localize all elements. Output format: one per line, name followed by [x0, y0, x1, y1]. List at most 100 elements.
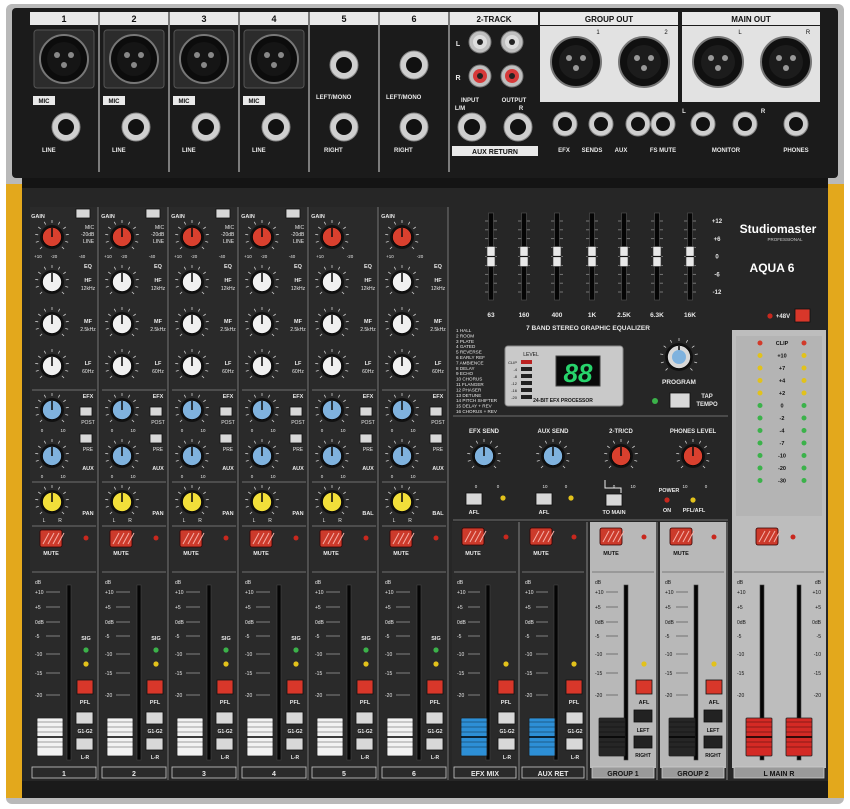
efx-level-led [521, 367, 532, 371]
fader-scale-mark: +5 [35, 605, 41, 611]
g1-g2-assign-button[interactable] [565, 711, 584, 725]
g1-g2-assign-button[interactable] [355, 711, 374, 725]
pre-switch[interactable] [429, 433, 443, 444]
jack-hole [464, 119, 480, 135]
gain-label: GAIN [241, 214, 255, 220]
hf-label: HF [364, 278, 372, 284]
knob-scale: 10 [682, 484, 688, 489]
meter-led-right [801, 390, 807, 396]
channel-number: 4 [271, 14, 276, 24]
g1-g2-assign-button[interactable] [75, 711, 94, 725]
pre-switch[interactable] [289, 433, 303, 444]
pfl-label: PFL [360, 700, 371, 706]
pfl-button[interactable] [426, 679, 444, 695]
mic-line-switch[interactable] [285, 208, 301, 219]
afl-button[interactable] [705, 679, 723, 695]
fader-scale-mark: -20 [595, 693, 602, 699]
mute-label: MUTE [603, 551, 619, 557]
l-r-assign-button[interactable] [75, 737, 94, 751]
afl-button[interactable] [497, 679, 515, 695]
gain-label: GAIN [101, 214, 115, 220]
mic-line-switch[interactable] [75, 208, 91, 219]
right-assign-button[interactable] [633, 735, 653, 749]
pfl-button[interactable] [356, 679, 374, 695]
xlr-pin [278, 52, 284, 58]
hf-label: HF [84, 278, 92, 284]
fader-scale-mark: dB [737, 580, 744, 586]
right-assign-button[interactable] [703, 735, 723, 749]
fader-scale-mark: -10 [595, 652, 602, 658]
l-r-assign-button[interactable] [285, 737, 304, 751]
pre-switch[interactable] [359, 433, 373, 444]
mic-line-switch[interactable] [145, 208, 161, 219]
line-jack-hole [128, 119, 144, 135]
gain-scale-right: -20 [417, 254, 424, 259]
right-label: RIGHT [324, 148, 343, 154]
afl-button[interactable] [635, 679, 653, 695]
left-label: LEFT [637, 728, 650, 734]
g1-g2-assign-button[interactable] [215, 711, 234, 725]
mute-label: MUTE [113, 551, 129, 557]
efx-afl-button[interactable] [465, 492, 483, 506]
g1-g2-assign-button[interactable] [497, 711, 516, 725]
post-switch[interactable] [149, 406, 163, 417]
l-r-assign-button[interactable] [355, 737, 374, 751]
gain-scale-right: -40 [149, 254, 156, 259]
tap-tempo-button[interactable] [669, 392, 691, 409]
post-switch[interactable] [219, 406, 233, 417]
pre-switch[interactable] [149, 433, 163, 444]
meter-led-left [757, 340, 763, 346]
mic-switch-label: MIC [85, 225, 95, 231]
fader-scale-mark: -10 [175, 652, 182, 658]
efx-preset: 16 CHORUS + REV [456, 409, 498, 414]
pre-switch[interactable] [79, 433, 93, 444]
efx-preset: 6 EARLY REF [456, 355, 485, 360]
to-main-button[interactable] [605, 493, 623, 507]
afl-button[interactable] [565, 679, 583, 695]
two-track-title: 2-TRACK [476, 15, 511, 24]
strip-name: GROUP 1 [607, 771, 638, 778]
post-switch[interactable] [429, 406, 443, 417]
l-r-assign-button[interactable] [215, 737, 234, 751]
bottom-lip [22, 781, 828, 798]
l-r-label: L-R [571, 755, 580, 761]
phantom-power-button[interactable] [794, 308, 811, 323]
lf-label: LF [155, 361, 162, 367]
fader-scale-mark: 0dB [595, 620, 605, 626]
pfl-led [363, 661, 369, 667]
l-r-assign-button[interactable] [565, 737, 584, 751]
mic-line-switch[interactable] [215, 208, 231, 219]
power-led [664, 497, 670, 503]
gain-scale-mid: -20 [51, 254, 58, 259]
fader-scale-mark: 0dB [737, 620, 747, 626]
l-r-assign-button[interactable] [145, 737, 164, 751]
pfl-button[interactable] [146, 679, 164, 695]
efx-level-led [521, 381, 532, 385]
xlr-socket [627, 45, 661, 79]
post-switch[interactable] [289, 406, 303, 417]
aux-label: AUX [362, 466, 374, 472]
lf-label: LF [365, 361, 372, 367]
pre-switch[interactable] [219, 433, 233, 444]
g1-g2-assign-button[interactable] [425, 711, 444, 725]
fader-scale-mark: -5 [665, 634, 670, 640]
g1-g2-assign-button[interactable] [285, 711, 304, 725]
pfl-button[interactable] [76, 679, 94, 695]
left-assign-button[interactable] [633, 709, 653, 723]
aux-afl-button[interactable] [535, 492, 553, 506]
xlr-pin [790, 55, 796, 61]
l-r-assign-button[interactable] [425, 737, 444, 751]
strip-name: AUX RET [538, 771, 569, 778]
mic-label: MIC [109, 99, 121, 105]
fader-scale-mark: -20 [525, 693, 532, 699]
g1-g2-assign-button[interactable] [145, 711, 164, 725]
pfl-button[interactable] [216, 679, 234, 695]
afl-led [641, 661, 647, 667]
pfl-button[interactable] [286, 679, 304, 695]
fader-scale-mark-right: 0dB [812, 620, 822, 626]
geq-scale-mark: +12 [712, 219, 723, 225]
l-r-assign-button[interactable] [497, 737, 516, 751]
left-assign-button[interactable] [703, 709, 723, 723]
post-switch[interactable] [79, 406, 93, 417]
post-switch[interactable] [359, 406, 373, 417]
